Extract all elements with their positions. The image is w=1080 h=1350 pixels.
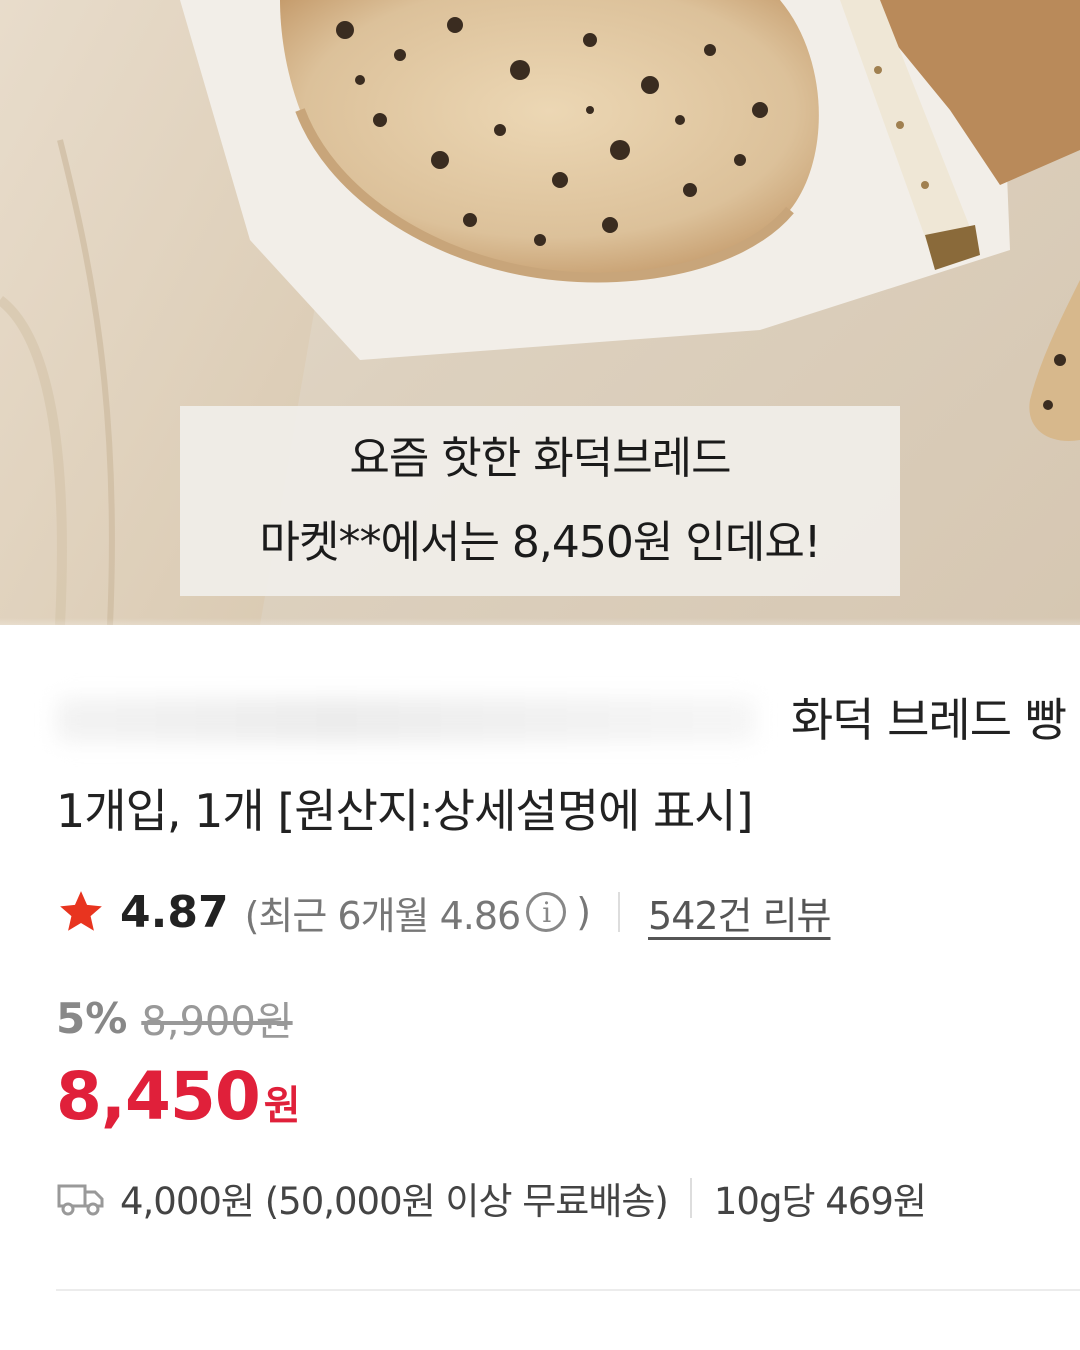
sale-price: 8,450	[56, 1058, 261, 1135]
rating-row: 4.87 (최근 6개월 4.86 i ) 542건 리뷰	[56, 880, 832, 944]
image-fade	[0, 618, 1080, 648]
caption-line-1: 요즘 핫한 화덕브레드	[349, 433, 731, 484]
shipping-fee: 4,000원 (50,000원 이상 무료배송)	[120, 1180, 669, 1223]
product-title-line-2: 1개입, 1개 [원산지:상세설명에 표시]	[56, 784, 754, 838]
original-price: 8,900원	[141, 999, 293, 1045]
rating-score: 4.87	[120, 886, 229, 938]
sale-price-row: 8,450 원	[56, 1058, 301, 1138]
recent-rating: (최근 6개월 4.86 i )	[244, 885, 591, 940]
discount-row: 5% 8,900원	[56, 990, 293, 1046]
star-icon	[60, 891, 102, 931]
divider	[689, 1178, 692, 1218]
divider	[618, 892, 621, 932]
sale-price-unit: 원	[263, 1083, 301, 1129]
section-divider	[56, 1289, 1080, 1291]
truck-icon	[57, 1184, 104, 1216]
blurred-product-name	[56, 698, 756, 742]
caption-overlay: 요즘 핫한 화덕브레드 마켓**에서는 8,450원 인데요!	[180, 406, 900, 596]
caption-line-2: 마켓**에서는 8,450원 인데요!	[259, 517, 822, 568]
review-count-link[interactable]: 542건 리뷰	[648, 885, 831, 940]
unit-price: 10g당 469원	[713, 1180, 927, 1223]
recent-rating-close: )	[576, 890, 591, 934]
product-image: 요즘 핫한 화덕브레드 마켓**에서는 8,450원 인데요!	[0, 0, 1080, 625]
product-title-tail: 화덕 브레드 빵	[790, 693, 1067, 747]
product-title-line-1: 화덕 브레드 빵	[56, 680, 1067, 760]
info-icon[interactable]: i	[526, 892, 567, 932]
shipping-row: 4,000원 (50,000원 이상 무료배송) 10g당 469원	[56, 1168, 927, 1228]
discount-rate: 5%	[56, 993, 128, 1043]
recent-rating-text: (최근 6개월 4.86	[244, 893, 522, 938]
